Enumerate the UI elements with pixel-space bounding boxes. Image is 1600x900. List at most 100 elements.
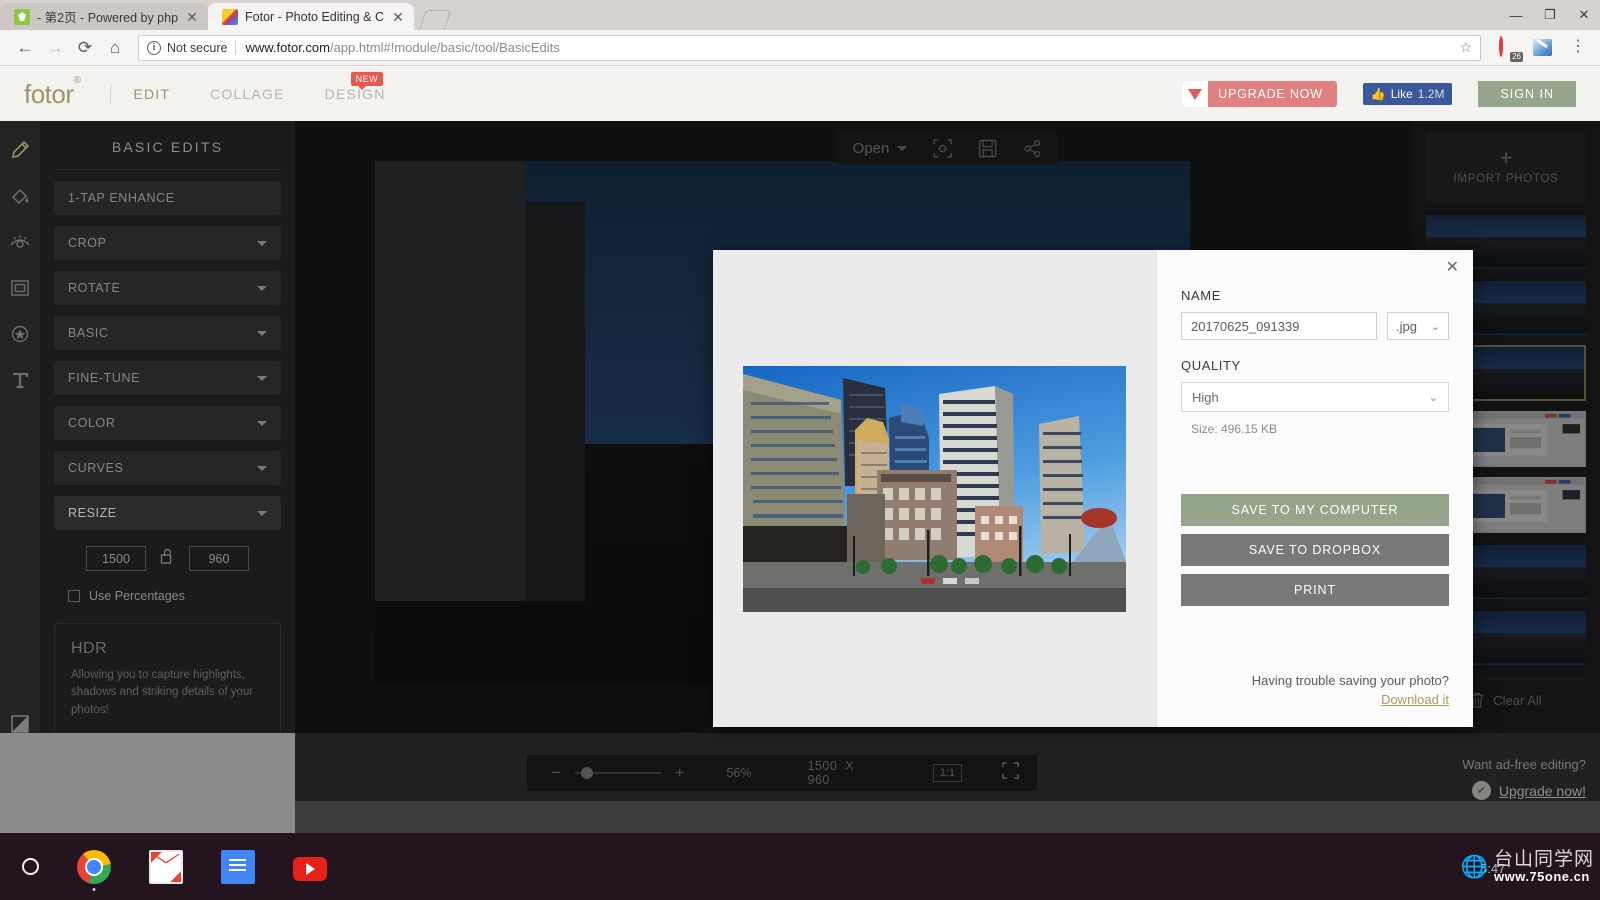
tool-label: RESIZE <box>68 506 117 520</box>
chevron-down-icon <box>257 240 267 246</box>
close-window-button[interactable]: ✕ <box>1576 7 1592 23</box>
close-x-icon[interactable]: ✕ <box>1446 260 1459 276</box>
forward-arrow-icon[interactable]: → <box>40 34 70 62</box>
editor-workspace: BASIC EDITS 1-TAP ENHANCE CROP ROTATE BA… <box>0 121 1600 801</box>
nav-design[interactable]: DESIGN NEW <box>324 72 386 102</box>
minimize-button[interactable]: — <box>1508 8 1524 23</box>
close-icon[interactable]: ✕ <box>184 9 200 25</box>
paint-bucket-icon[interactable] <box>5 181 35 211</box>
new-badge: NEW <box>350 72 384 90</box>
url-path: /app.html#!module/basic/tool/BasicEdits <box>329 40 560 55</box>
chrome-icon[interactable] <box>77 849 111 891</box>
tool-label: BASIC <box>68 326 109 340</box>
diamond-icon <box>1182 81 1209 107</box>
tool-color[interactable]: COLOR <box>54 406 281 440</box>
browser-tab-2[interactable]: Fotor - Photo Editing & C ✕ <box>208 3 414 30</box>
tool-basic[interactable]: BASIC <box>54 316 281 350</box>
tool-fine-tune[interactable]: FINE-TUNE <box>54 361 281 395</box>
resize-height-input[interactable] <box>189 546 249 571</box>
unlocked-padlock-icon[interactable] <box>160 548 175 569</box>
chevron-down-icon <box>257 510 267 516</box>
new-tab-button[interactable] <box>418 8 452 30</box>
header-right-actions: UPGRADE NOW 👍 Like 1.2M SIGN IN <box>1182 81 1576 107</box>
tool-resize[interactable]: RESIZE <box>54 496 281 530</box>
sign-in-button[interactable]: SIGN IN <box>1478 81 1576 107</box>
globe-icon: 🌐 <box>1460 853 1488 879</box>
chevron-down-icon: ⌄ <box>1430 320 1440 333</box>
three-dots-icon[interactable]: ⋮ <box>1566 39 1590 55</box>
reload-icon[interactable]: ⟳ <box>70 34 100 62</box>
file-size-text: Size: 496.15 KB <box>1191 422 1278 436</box>
browser-toolbar: ← → ⟳ ⌂ i Not secure www.fotor.com /app.… <box>0 30 1600 66</box>
resize-width-input[interactable] <box>86 546 146 571</box>
download-it-link[interactable]: Download it <box>1381 692 1449 707</box>
canvas-area: Open − + 56% 1500 X 960 1:1 + IMPORT PHO… <box>295 121 1600 801</box>
pencil-icon[interactable] <box>5 135 35 165</box>
quality-select[interactable]: High ⌄ <box>1181 382 1449 412</box>
google-docs-icon[interactable] <box>221 849 255 884</box>
like-count: 1.2M <box>1417 87 1445 101</box>
logo-text: fotor <box>24 78 74 109</box>
file-name-input[interactable] <box>1181 312 1377 340</box>
fotor-app: fotor® EDIT COLLAGE DESIGN NEW UPGRADE N… <box>0 67 1600 833</box>
omnibox-divider <box>235 40 237 55</box>
chevron-down-icon <box>257 465 267 471</box>
use-percentages-checkbox[interactable] <box>68 590 80 602</box>
use-percentages-checkbox-row[interactable]: Use Percentages <box>68 589 281 603</box>
save-to-dropbox-button[interactable]: SAVE TO DROPBOX <box>1181 534 1449 566</box>
taskbar: 5:47 🌐 台山同学网 www.75one.cn <box>0 833 1600 900</box>
save-to-my-computer-button[interactable]: SAVE TO MY COMPUTER <box>1181 494 1449 526</box>
frame-icon[interactable] <box>5 273 35 303</box>
print-button[interactable]: PRINT <box>1181 574 1449 606</box>
maximize-button[interactable]: ❐ <box>1542 7 1558 23</box>
youtube-icon[interactable] <box>293 857 327 881</box>
eye-icon[interactable] <box>5 227 35 257</box>
tab-title: - 第2页 - Powered by php <box>37 11 179 25</box>
address-bar[interactable]: i Not secure www.fotor.com /app.html#!mo… <box>138 34 1481 61</box>
name-row: .jpg ⌄ <box>1181 312 1449 340</box>
chevron-down-icon <box>257 285 267 291</box>
fotor-favicon-icon <box>222 8 239 25</box>
tool-curves[interactable]: CURVES <box>54 451 281 485</box>
file-extension-value: .jpg <box>1396 318 1417 334</box>
extension-icons: 26 ⋮ <box>1489 35 1590 62</box>
facebook-like-button[interactable]: 👍 Like 1.2M <box>1362 83 1453 105</box>
php-favicon-icon <box>14 8 30 25</box>
adblock-extension-icon[interactable]: 26 <box>1499 35 1523 62</box>
home-icon[interactable]: ⌂ <box>100 34 130 62</box>
browser-tab-1[interactable]: - 第2页 - Powered by php ✕ <box>0 3 209 30</box>
tool-label: COLOR <box>68 416 116 430</box>
security-label: Not secure <box>167 40 228 55</box>
ad-placeholder <box>0 733 295 833</box>
hdr-promo-title: HDR <box>71 640 108 657</box>
close-icon[interactable]: ✕ <box>390 9 406 25</box>
registered-mark: ® <box>73 74 81 86</box>
nav-edit[interactable]: EDIT <box>133 86 170 102</box>
dialog-footer: Having trouble saving your photo? Downlo… <box>1252 673 1449 709</box>
upgrade-now-button[interactable]: UPGRADE NOW <box>1182 81 1337 107</box>
save-dialog: ✕ NAME .jpg ⌄ QUALITY High ⌄ Size <box>713 250 1473 727</box>
gmail-icon[interactable] <box>149 849 183 884</box>
tool-label: CURVES <box>68 461 124 475</box>
circle-start-icon[interactable] <box>22 858 39 875</box>
trouble-text: Having trouble saving your photo? <box>1251 673 1449 688</box>
chevron-down-icon <box>257 375 267 381</box>
like-label: Like <box>1390 87 1413 101</box>
fotor-logo[interactable]: fotor® <box>24 75 81 110</box>
file-extension-select[interactable]: .jpg ⌄ <box>1387 312 1449 340</box>
back-arrow-icon[interactable]: ← <box>10 34 40 62</box>
second-extension-icon[interactable] <box>1533 39 1552 56</box>
text-icon[interactable] <box>5 365 35 395</box>
header-divider <box>110 85 112 103</box>
tool-one-tap-enhance[interactable]: 1-TAP ENHANCE <box>54 181 281 215</box>
tool-crop[interactable]: CROP <box>54 226 281 260</box>
url-domain: www.fotor.com <box>245 40 330 55</box>
nav-collage[interactable]: COLLAGE <box>210 86 285 102</box>
nav-design-label: DESIGN <box>324 86 386 102</box>
dialog-actions: SAVE TO MY COMPUTER SAVE TO DROPBOX PRIN… <box>1181 494 1449 614</box>
star-icon[interactable]: ☆ <box>1459 39 1472 56</box>
tool-rotate[interactable]: ROTATE <box>54 271 281 305</box>
tool-label: CROP <box>68 236 107 250</box>
name-label: NAME <box>1181 288 1221 303</box>
sticker-star-icon[interactable] <box>5 319 35 349</box>
